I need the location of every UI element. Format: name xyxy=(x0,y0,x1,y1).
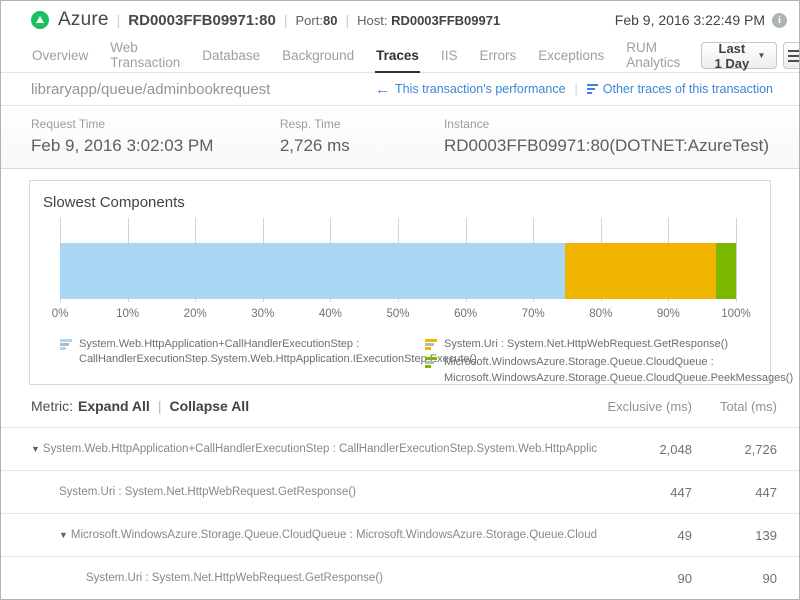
request-time-label: Request Time xyxy=(31,117,280,131)
x-tick-label: 0% xyxy=(52,308,69,320)
legend-entry: System.Web.HttpApplication+CallHandlerEx… xyxy=(60,337,425,368)
tab-errors[interactable]: Errors xyxy=(478,39,517,73)
hamburger-icon xyxy=(788,50,800,62)
tab-iis[interactable]: IIS xyxy=(440,39,459,73)
tab-traces[interactable]: Traces xyxy=(375,39,420,73)
metric-toolbar: Metric: Expand All | Collapse All Exclus… xyxy=(1,385,799,427)
total-ms-value: 447 xyxy=(692,485,777,500)
tab-database[interactable]: Database xyxy=(201,39,261,73)
trace-summary: Request Time Feb 9, 2016 3:02:03 PM Resp… xyxy=(1,106,799,169)
total-ms-value: 139 xyxy=(692,528,777,543)
app-name: Azure xyxy=(58,9,109,31)
expand-all-button[interactable]: Expand All xyxy=(78,398,150,414)
trace-list-icon xyxy=(587,84,598,94)
x-tick-label: 100% xyxy=(721,308,750,320)
total-ms-value: 2,726 xyxy=(692,442,777,457)
stacked-bar-chart: 0%10%20%30%40%50%60%70%80%90%100% xyxy=(60,218,736,323)
response-time-field: Resp. Time 2,726 ms xyxy=(280,117,444,168)
legend-entry: System.Uri : System.Net.HttpWebRequest.G… xyxy=(425,337,793,352)
nav-tabs: Overview Web Transaction Database Backgroun… xyxy=(31,39,701,72)
x-axis-ticks: 0%10%20%30%40%50%60%70%80%90%100% xyxy=(60,308,736,323)
x-tick-label: 30% xyxy=(251,308,274,320)
x-tick-label: 80% xyxy=(589,308,612,320)
x-tick-label: 50% xyxy=(386,308,409,320)
instance-label: Instance xyxy=(444,117,769,131)
x-tick-label: 40% xyxy=(319,308,342,320)
gridline xyxy=(736,218,737,302)
bar-stack xyxy=(60,243,736,299)
collapse-caret-icon[interactable]: ▼ xyxy=(31,444,40,454)
legend-label: System.Web.HttpApplication+CallHandlerEx… xyxy=(79,337,477,368)
request-time-field: Request Time Feb 9, 2016 3:02:03 PM xyxy=(31,117,280,168)
transaction-name: libraryapp/queue/adminbookrequest xyxy=(31,81,270,98)
legend-bars-icon xyxy=(425,339,437,352)
column-header-total: Total (ms) xyxy=(692,399,777,414)
table-row: ▼System.Web.HttpApplication+CallHandlerE… xyxy=(1,427,799,470)
x-tick-label: 10% xyxy=(116,308,139,320)
bar-segment-1[interactable] xyxy=(565,243,716,299)
transaction-header: libraryapp/queue/adminbookrequest ← This… xyxy=(1,73,799,106)
current-timestamp: Feb 9, 2016 3:22:49 PM xyxy=(615,12,765,28)
x-tick-label: 60% xyxy=(454,308,477,320)
instance-id: RD0003FFB09971:80 xyxy=(128,12,276,29)
trace-table: ▼System.Web.HttpApplication+CallHandlerE… xyxy=(1,427,799,599)
tab-overview[interactable]: Overview xyxy=(31,39,89,73)
bar-segment-0[interactable] xyxy=(60,243,565,299)
instance-field: Instance RD0003FFB09971:80(DOTNET:AzureT… xyxy=(444,117,769,168)
response-time-label: Resp. Time xyxy=(280,117,444,131)
exclusive-ms-value: 447 xyxy=(597,485,692,500)
legend-entry: Microsoft.WindowsAzure.Storage.Queue.Clo… xyxy=(425,355,793,386)
response-time-value: 2,726 ms xyxy=(280,136,444,156)
tab-background[interactable]: Background xyxy=(281,39,355,73)
metric-name: ▼System.Web.HttpApplication+CallHandlerE… xyxy=(31,443,597,455)
transaction-performance-link[interactable]: ← This transaction's performance xyxy=(375,82,566,97)
apm-trace-page: Azure | RD0003FFB09971:80 | Port:80 | Ho… xyxy=(0,0,800,600)
x-tick-label: 90% xyxy=(657,308,680,320)
legend-bars-icon xyxy=(60,339,72,368)
metric-name: ▼Microsoft.WindowsAzure.Storage.Queue.Cl… xyxy=(31,529,597,541)
x-tick-label: 20% xyxy=(184,308,207,320)
table-row: ▼Microsoft.WindowsAzure.Storage.Queue.Cl… xyxy=(1,513,799,556)
table-row: System.Uri : System.Net.HttpWebRequest.G… xyxy=(1,470,799,513)
legend-bars-icon xyxy=(425,357,437,386)
exclusive-ms-value: 90 xyxy=(597,571,692,586)
metric-name: System.Uri : System.Net.HttpWebRequest.G… xyxy=(31,572,597,584)
port-info: Port:80 xyxy=(296,13,338,28)
menu-button[interactable] xyxy=(783,42,800,69)
slowest-components-panel: Slowest Components 0% 10% 20% 30% 40% 50% 60% 7… xyxy=(29,180,771,385)
legend-label: System.Uri : System.Net.HttpWebRequest.G… xyxy=(444,337,728,352)
collapse-caret-icon[interactable]: ▼ xyxy=(59,530,68,540)
info-icon[interactable]: i xyxy=(772,13,787,28)
request-time-value: Feb 9, 2016 3:02:03 PM xyxy=(31,136,280,156)
tab-rum-analytics[interactable]: RUM Analytics xyxy=(625,39,681,73)
total-ms-value: 90 xyxy=(692,571,777,586)
chart-legend: System.Web.HttpApplication+CallHandlerEx… xyxy=(60,337,740,389)
plot-area xyxy=(60,218,736,302)
table-row: System.Uri : System.Net.HttpWebRequest.G… xyxy=(1,556,799,599)
collapse-all-button[interactable]: Collapse All xyxy=(169,398,249,414)
status-up-icon xyxy=(31,11,49,29)
nav-bar: Overview Web Transaction Database Backgroun… xyxy=(1,39,799,73)
arrow-left-icon: ← xyxy=(375,82,390,97)
metric-name: System.Uri : System.Net.HttpWebRequest.G… xyxy=(31,486,597,498)
exclusive-ms-value: 49 xyxy=(597,528,692,543)
tab-web-transaction[interactable]: Web Transaction xyxy=(109,39,181,73)
tab-exceptions[interactable]: Exceptions xyxy=(537,39,605,73)
host-info: Host: RD0003FFB09971 xyxy=(357,13,500,28)
chart-title: Slowest Components xyxy=(30,181,770,211)
exclusive-ms-value: 2,048 xyxy=(597,442,692,457)
instance-value: RD0003FFB09971:80(DOTNET:AzureTest) xyxy=(444,136,769,156)
chevron-down-icon: ▼ xyxy=(757,51,765,60)
app-header: Azure | RD0003FFB09971:80 | Port:80 | Ho… xyxy=(1,1,799,39)
other-traces-link[interactable]: Other traces of this transaction xyxy=(587,82,773,96)
legend-label: Microsoft.WindowsAzure.Storage.Queue.Clo… xyxy=(444,355,793,386)
bar-segment-2[interactable] xyxy=(716,243,736,299)
x-tick-label: 70% xyxy=(522,308,545,320)
metric-label: Metric: xyxy=(31,398,73,414)
time-range-dropdown[interactable]: Last 1 Day▼ xyxy=(701,42,777,69)
column-header-exclusive: Exclusive (ms) xyxy=(597,399,692,414)
